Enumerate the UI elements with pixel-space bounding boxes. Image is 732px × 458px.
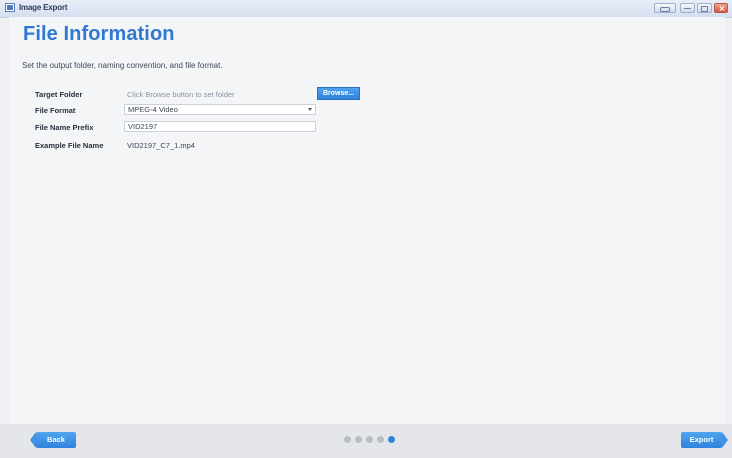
close-button[interactable] — [714, 3, 728, 13]
file-format-value: MPEG-4 Video — [128, 105, 178, 114]
page-subtitle: Set the output folder, naming convention… — [22, 61, 223, 70]
file-name-prefix-value: VID2197 — [128, 122, 158, 131]
file-format-label: File Format — [35, 106, 76, 115]
step-dot-5 — [388, 436, 395, 443]
footer-nav: Back Export — [0, 424, 732, 458]
minimize-button[interactable] — [680, 3, 695, 13]
step-dot-2 — [355, 436, 362, 443]
file-format-select[interactable]: MPEG-4 Video — [124, 104, 316, 115]
help-button[interactable] — [654, 3, 676, 13]
step-dot-4 — [377, 436, 384, 443]
main-content: File Information Set the output folder, … — [9, 17, 725, 424]
back-button[interactable]: Back — [30, 432, 76, 448]
export-button[interactable]: Export — [681, 432, 728, 448]
chevron-down-icon — [308, 108, 312, 111]
target-folder-placeholder: Click Browse button to set folder — [127, 90, 235, 99]
help-icon — [660, 7, 670, 12]
example-file-name-value: VID2197_C7_1.mp4 — [127, 141, 195, 150]
window-title: Image Export — [19, 3, 68, 12]
close-icon — [718, 8, 724, 9]
browse-button[interactable]: Browse... — [317, 87, 360, 100]
maximize-button[interactable] — [697, 3, 712, 13]
file-name-prefix-label: File Name Prefix — [35, 123, 94, 132]
page-title: File Information — [23, 23, 175, 45]
minimize-icon — [684, 8, 691, 9]
file-name-prefix-input[interactable]: VID2197 — [124, 121, 316, 132]
example-file-name-label: Example File Name — [35, 141, 104, 150]
maximize-icon — [701, 6, 708, 12]
window-title-bar: Image Export — [0, 0, 732, 18]
step-dot-1 — [344, 436, 351, 443]
target-folder-label: Target Folder — [35, 90, 83, 99]
app-icon — [5, 3, 15, 12]
step-dot-3 — [366, 436, 373, 443]
